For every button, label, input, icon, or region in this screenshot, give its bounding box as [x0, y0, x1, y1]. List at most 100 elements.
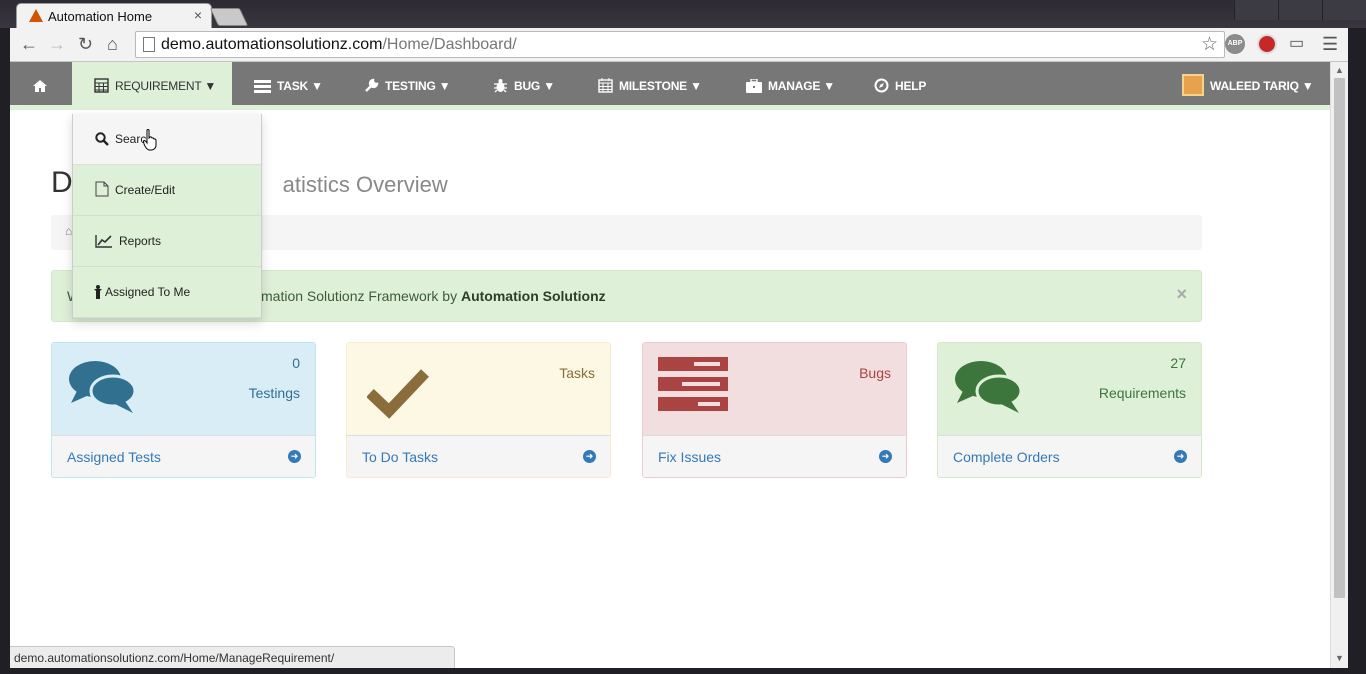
person-icon [94, 285, 102, 299]
briefcase-icon [746, 78, 762, 93]
alert-close-button[interactable]: × [1176, 284, 1187, 305]
browser-window: Automation Home × ← → ↻ ⌂ demo.automatio… [0, 0, 1366, 674]
nav-bug-label: BUG ▼ [514, 79, 555, 93]
url-host: demo.automationsolutionz.com [161, 36, 383, 53]
tasks-list-icon [658, 357, 728, 411]
search-icon [95, 132, 109, 146]
line-chart-icon [95, 235, 112, 248]
url-path: /Home/Dashboard/ [382, 36, 517, 53]
nav-milestone[interactable]: MILESTONE ▼ [598, 62, 702, 110]
window-controls [1234, 0, 1366, 22]
back-icon[interactable]: ← [20, 34, 38, 54]
arrow-circle-right-icon: ➜ [879, 450, 892, 463]
menu-item-assigned-to-me[interactable]: Assigned To Me [73, 267, 261, 318]
address-bar[interactable]: demo.automationsolutionz.com/Home/Dashbo… [135, 31, 1225, 58]
nav-home[interactable] [32, 62, 54, 110]
home-icon [33, 80, 47, 92]
panel-label: Tasks [559, 365, 595, 381]
nav-manage[interactable]: MANAGE ▼ [746, 62, 835, 110]
maximize-button[interactable] [1278, 0, 1322, 20]
browser-toolbar: ← → ↻ ⌂ demo.automationsolutionz.com/Hom… [10, 28, 1348, 62]
menu-item-label: Create/Edit [115, 183, 176, 197]
nav-task-label: TASK ▼ [277, 79, 323, 93]
page-title-text: D [51, 166, 73, 199]
url-text[interactable]: demo.automationsolutionz.com/Home/Dashbo… [161, 36, 517, 54]
forward-icon[interactable]: → [48, 34, 66, 54]
nav-requirement[interactable]: REQUIREMENT ▼ [72, 62, 232, 110]
reload-icon[interactable]: ↻ [78, 34, 93, 54]
file-icon [95, 181, 109, 197]
to-do-tasks-link[interactable]: To Do Tasks ➜ [347, 435, 610, 477]
panel-tasks: Tasks To Do Tasks ➜ [346, 342, 611, 478]
comments-icon [69, 361, 137, 413]
panel-label: Bugs [859, 365, 891, 381]
fix-issues-link[interactable]: Fix Issues ➜ [643, 435, 906, 477]
requirement-dropdown-menu: Search Create/Edit Reports Assigned To M… [72, 114, 262, 319]
alert-bold: Automation Solutionz [460, 288, 606, 304]
site-logo-icon [29, 9, 43, 22]
bookmark-star-icon[interactable]: ☆ [1201, 33, 1218, 56]
arrow-circle-right-icon: ➜ [583, 450, 596, 463]
calculator-icon [94, 78, 109, 93]
arrow-circle-right-icon: ➜ [1174, 450, 1187, 463]
panel-header: Bugs [643, 343, 906, 435]
status-bar: demo.automationsolutionz.com/Home/Manage… [10, 646, 455, 668]
menu-item-search[interactable]: Search [73, 114, 261, 165]
menu-item-create-edit[interactable]: Create/Edit [73, 165, 261, 216]
nav-manage-label: MANAGE ▼ [768, 79, 835, 93]
comments-icon [955, 361, 1023, 413]
nav-bug[interactable]: BUG ▼ [493, 62, 555, 110]
tab-close-button[interactable]: × [194, 7, 202, 23]
panel-testings: 0 Testings Assigned Tests ➜ [51, 342, 316, 478]
nav-user-menu[interactable]: WALEED TARIQ ▼ [1182, 62, 1314, 110]
compass-icon [874, 78, 889, 93]
panel-header: 0 Testings [52, 343, 315, 435]
adblock-icon[interactable]: ABP [1225, 34, 1245, 54]
check-icon [367, 369, 429, 419]
browser-tab[interactable]: Automation Home × [16, 3, 212, 28]
nav-help[interactable]: HELP [874, 62, 926, 110]
user-name: WALEED TARIQ ▼ [1210, 79, 1314, 93]
panel-requirements: 27 Requirements Complete Orders ➜ [937, 342, 1202, 478]
tab-title: Automation Home [48, 9, 153, 24]
title-bar: Automation Home × [0, 0, 1366, 28]
arrow-circle-right-icon: ➜ [288, 450, 301, 463]
wrench-icon [365, 78, 379, 92]
panel-count: 0 [292, 355, 300, 371]
tasks-icon [254, 80, 271, 93]
page-viewport: REQUIREMENT ▼ TASK ▼ TESTING ▼ BUG ▼ MIL… [10, 62, 1330, 668]
close-window-button[interactable] [1322, 0, 1366, 20]
scroll-down-icon[interactable]: ▼ [1335, 653, 1344, 663]
panel-link-label: Fix Issues [658, 449, 722, 465]
panel-link-label: Complete Orders [953, 449, 1060, 465]
panel-count: 27 [1170, 355, 1186, 371]
bug-icon [494, 79, 507, 93]
alert-body: omation Solutionz Framework by [253, 288, 461, 304]
nav-task[interactable]: TASK ▼ [254, 62, 323, 110]
assigned-tests-link[interactable]: Assigned Tests ➜ [52, 435, 315, 477]
panel-link-label: To Do Tasks [362, 449, 438, 465]
avatar [1182, 74, 1204, 96]
new-tab-button[interactable] [209, 8, 249, 26]
panel-label: Testings [248, 385, 300, 401]
complete-orders-link[interactable]: Complete Orders ➜ [938, 435, 1201, 477]
scroll-up-icon[interactable]: ▲ [1335, 65, 1344, 75]
menu-item-reports[interactable]: Reports [73, 216, 261, 267]
minimize-button[interactable] [1234, 0, 1278, 20]
nav-help-label: HELP [895, 79, 927, 93]
page-subtitle: atistics Overview [282, 172, 448, 197]
cast-icon[interactable]: ▭ [1289, 34, 1304, 54]
nav-testing-label: TESTING ▼ [385, 79, 451, 93]
page-scrollbar[interactable]: ▲ ▼ [1330, 62, 1348, 668]
nav-testing[interactable]: TESTING ▼ [364, 62, 451, 110]
scrollbar-thumb[interactable] [1334, 78, 1345, 598]
home-icon[interactable]: ⌂ [107, 34, 118, 54]
calendar-icon [598, 78, 613, 93]
stop-extension-icon[interactable] [1257, 34, 1277, 54]
top-navbar: REQUIREMENT ▼ TASK ▼ TESTING ▼ BUG ▼ MIL… [10, 62, 1330, 110]
panel-link-label: Assigned Tests [67, 449, 161, 465]
menu-item-label: Reports [119, 234, 162, 248]
menu-icon[interactable]: ☰ [1322, 34, 1338, 54]
hand-cursor-icon [143, 129, 157, 151]
panel-label: Requirements [1098, 385, 1186, 401]
